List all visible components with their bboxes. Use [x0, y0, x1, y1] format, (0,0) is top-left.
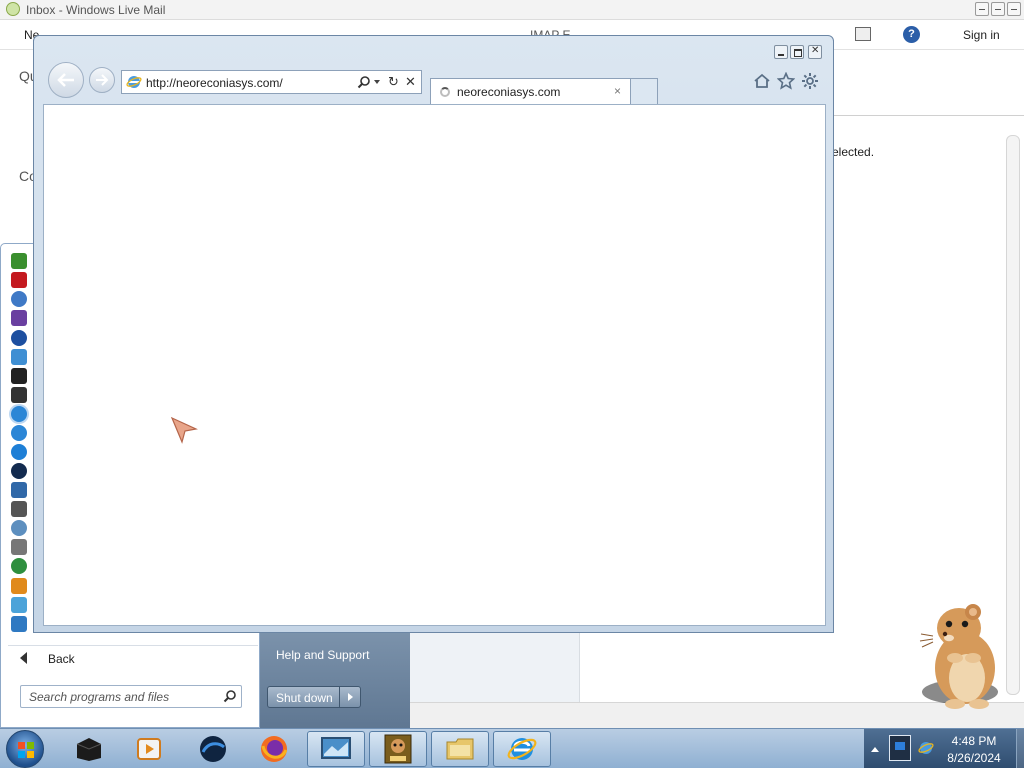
taskbar-app-media-player[interactable]	[120, 731, 178, 767]
start-search-input[interactable]	[21, 686, 217, 707]
ie-icon-2[interactable]	[11, 425, 27, 441]
no-message-selected-text: elected.	[832, 145, 875, 159]
address-dropdown-icon[interactable]	[374, 80, 380, 84]
wlm-title-bar: Inbox - Windows Live Mail	[0, 0, 1024, 20]
loading-spinner-icon	[440, 87, 450, 97]
back-arrow-icon	[57, 73, 74, 87]
vpn-icon[interactable]	[11, 330, 27, 346]
send-icon[interactable]	[11, 616, 27, 632]
media-player-icon[interactable]	[11, 558, 27, 574]
ie-close-button[interactable]	[808, 45, 822, 59]
taskbar-app-internet-explorer[interactable]	[493, 731, 551, 767]
ie-minimize-button[interactable]	[774, 45, 788, 59]
network-tray-icon[interactable]	[889, 735, 911, 761]
paint-icon[interactable]	[11, 597, 27, 613]
sign-in-link[interactable]: Sign in	[963, 28, 1000, 42]
printer-icon[interactable]	[11, 539, 27, 555]
start-search-box[interactable]	[20, 685, 242, 708]
visual-studio-icon[interactable]	[11, 310, 27, 326]
shut-down-label: Shut down	[276, 691, 333, 705]
back-label: Back	[48, 652, 75, 666]
notepad-icon[interactable]	[11, 482, 27, 498]
home-icon[interactable]	[753, 73, 771, 89]
taskbar-app-firefox[interactable]	[245, 731, 303, 767]
folder-icon	[446, 738, 474, 760]
address-search-icon[interactable]	[357, 75, 371, 89]
forward-arrow-icon	[96, 74, 109, 86]
tab-label: neoreconiasys.com	[457, 85, 561, 99]
ie-back-button[interactable]	[48, 62, 84, 98]
start-menu-back-button[interactable]: Back	[8, 645, 258, 673]
favorites-star-icon[interactable]	[777, 72, 795, 90]
new-tab-button[interactable]	[631, 78, 658, 104]
hamster-box-icon	[384, 734, 412, 764]
shut-down-options-arrow[interactable]	[339, 687, 360, 707]
tools-icon[interactable]	[855, 27, 871, 41]
media-icon[interactable]	[11, 463, 27, 479]
terminal-box-icon	[76, 738, 102, 761]
sync-icon[interactable]	[11, 291, 27, 307]
taskbar: 4:48 PM 8/26/2024	[0, 728, 1024, 768]
ie-page-content[interactable]	[43, 104, 826, 626]
refresh-icon[interactable]: ↻	[388, 74, 399, 90]
network-icon[interactable]	[11, 520, 27, 536]
reading-pane-divider	[834, 115, 1024, 116]
stop-icon[interactable]: ✕	[405, 74, 416, 90]
gear-icon[interactable]	[801, 72, 819, 90]
address-bar[interactable]: http://neoreconiasys.com/ ↻ ✕	[121, 70, 422, 94]
ie-window: http://neoreconiasys.com/ ↻ ✕ neoreconia…	[33, 35, 834, 633]
taskbar-app-explorer[interactable]	[431, 731, 489, 767]
cmd-icon[interactable]	[11, 368, 27, 384]
window-title: Inbox - Windows Live Mail	[26, 3, 166, 17]
maximize-button[interactable]	[991, 2, 1005, 16]
help-icon[interactable]: ?	[903, 26, 920, 43]
console-icon[interactable]	[11, 501, 27, 517]
firefox-icon	[261, 736, 288, 762]
taskbar-app-hamster-box[interactable]	[369, 731, 427, 767]
utorrent-icon[interactable]	[11, 253, 27, 269]
display-icon	[321, 737, 351, 759]
url-text[interactable]: http://neoreconiasys.com/	[146, 76, 283, 90]
ie-tray-icon[interactable]	[918, 740, 934, 756]
show-desktop-button[interactable]	[1016, 729, 1024, 768]
back-arrow-icon	[20, 652, 27, 664]
start-menu-program-list	[9, 253, 31, 635]
vlc-icon[interactable]	[11, 578, 27, 594]
start-button[interactable]	[6, 730, 44, 768]
media-player-icon	[137, 738, 161, 760]
windows-live-mail-icon	[6, 2, 20, 16]
shut-down-button[interactable]: Shut down	[267, 686, 361, 708]
minimize-button[interactable]	[975, 2, 989, 16]
taskbar-app-terminal[interactable]	[60, 731, 118, 767]
taskbar-app-media-center[interactable]	[184, 731, 242, 767]
globe-icon[interactable]	[11, 444, 27, 460]
close-button[interactable]	[1007, 2, 1021, 16]
terminal-icon[interactable]	[11, 387, 27, 403]
clock-time[interactable]: 4:48 PM	[935, 734, 1013, 748]
clock-date[interactable]: 8/26/2024	[935, 751, 1013, 765]
ie-forward-button[interactable]	[89, 67, 115, 93]
taskbar-app-display[interactable]	[307, 731, 365, 767]
ie-tab-active[interactable]: neoreconiasys.com ×	[430, 78, 631, 104]
ie-icon[interactable]	[11, 406, 27, 422]
internet-explorer-icon	[507, 738, 537, 760]
mouse-cursor-icon	[170, 416, 198, 444]
search-icon[interactable]	[223, 689, 237, 703]
ie-maximize-button[interactable]	[790, 45, 804, 59]
ie-page-icon	[126, 76, 142, 88]
message-list-area	[410, 632, 580, 702]
help-and-support-link[interactable]: Help and Support	[276, 648, 369, 662]
tab-close-button[interactable]: ×	[614, 84, 621, 98]
hamster-mascot-icon	[919, 604, 998, 709]
show-hidden-icons-button[interactable]	[871, 747, 879, 752]
windows-logo-icon	[18, 742, 34, 758]
acrobat-icon[interactable]	[11, 272, 27, 288]
media-center-icon	[200, 736, 226, 762]
installer-icon[interactable]	[11, 349, 27, 365]
